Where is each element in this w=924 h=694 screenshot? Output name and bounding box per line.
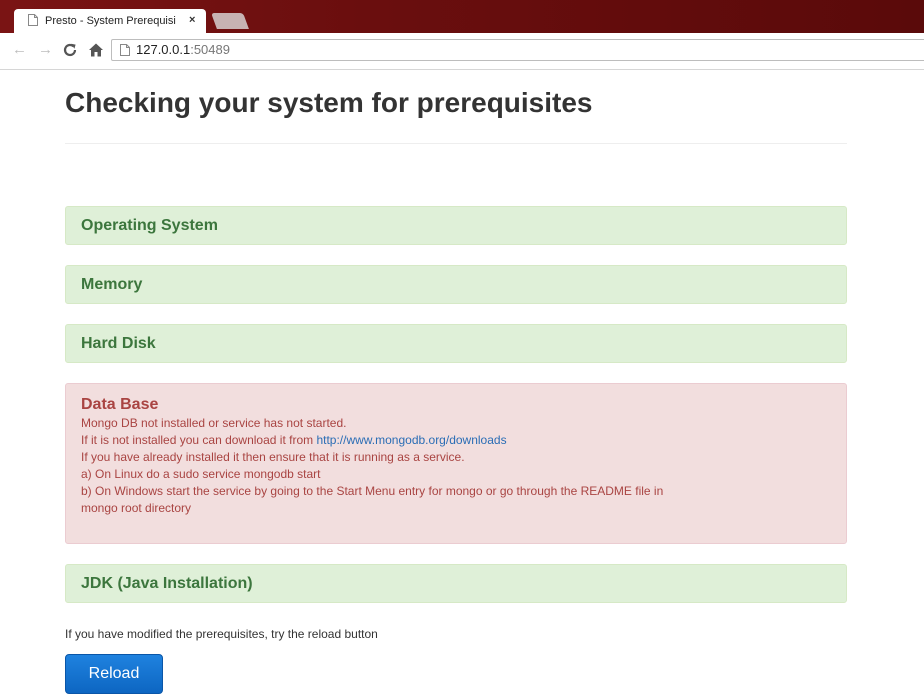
home-icon[interactable] bbox=[88, 42, 104, 58]
error-message: a) On Linux do a sudo service mongodb st… bbox=[81, 467, 321, 481]
error-message-text: If it is not installed you can download … bbox=[81, 433, 317, 447]
browser-tab[interactable]: Presto - System Prerequisi × bbox=[14, 9, 206, 33]
page-title: Checking your system for prerequisites bbox=[65, 87, 593, 118]
error-message: Mongo DB not installed or service has no… bbox=[81, 416, 347, 430]
mongodb-download-link[interactable]: http://www.mongodb.org/downloads bbox=[316, 433, 506, 447]
reload-button[interactable]: Reload bbox=[65, 654, 163, 694]
reload-hint: If you have modified the prerequisites, … bbox=[65, 627, 378, 641]
address-bar[interactable]: 127.0.0.1:50489 bbox=[111, 39, 924, 61]
error-message: If you have already installed it then en… bbox=[81, 450, 465, 464]
url-text: 127.0.0.1:50489 bbox=[136, 42, 230, 58]
tab-title: Presto - System Prerequisi bbox=[45, 15, 176, 27]
error-message: If it is not installed you can download … bbox=[81, 432, 831, 449]
check-label: Memory bbox=[81, 276, 143, 293]
check-database-error: Data Base Mongo DB not installed or serv… bbox=[65, 383, 847, 544]
forward-arrow-icon[interactable]: → bbox=[38, 41, 53, 59]
error-message: mongo root directory bbox=[81, 501, 192, 515]
url-host: 127.0.0.1 bbox=[136, 42, 191, 57]
check-jdk: JDK (Java Installation) bbox=[65, 564, 847, 603]
url-port: :50489 bbox=[190, 42, 230, 57]
check-label: JDK (Java Installation) bbox=[81, 575, 253, 592]
check-memory: Memory bbox=[65, 265, 847, 304]
check-label: Data Base bbox=[81, 396, 159, 413]
reload-icon[interactable] bbox=[62, 42, 78, 58]
check-label: Hard Disk bbox=[81, 335, 156, 352]
error-message: b) On Windows start the service by going… bbox=[81, 484, 664, 498]
page-icon bbox=[28, 14, 38, 26]
new-tab-button[interactable] bbox=[211, 13, 249, 29]
check-label: Operating System bbox=[81, 217, 218, 234]
browser-tabstrip: Presto - System Prerequisi × bbox=[0, 0, 924, 33]
page-icon bbox=[120, 44, 130, 56]
back-arrow-icon[interactable]: ← bbox=[12, 41, 27, 59]
check-operating-system: Operating System bbox=[65, 206, 847, 245]
check-hard-disk: Hard Disk bbox=[65, 324, 847, 363]
title-divider bbox=[65, 143, 847, 144]
close-icon[interactable]: × bbox=[189, 13, 195, 27]
browser-toolbar: ← → 127.0.0.1:50489 bbox=[0, 33, 924, 70]
